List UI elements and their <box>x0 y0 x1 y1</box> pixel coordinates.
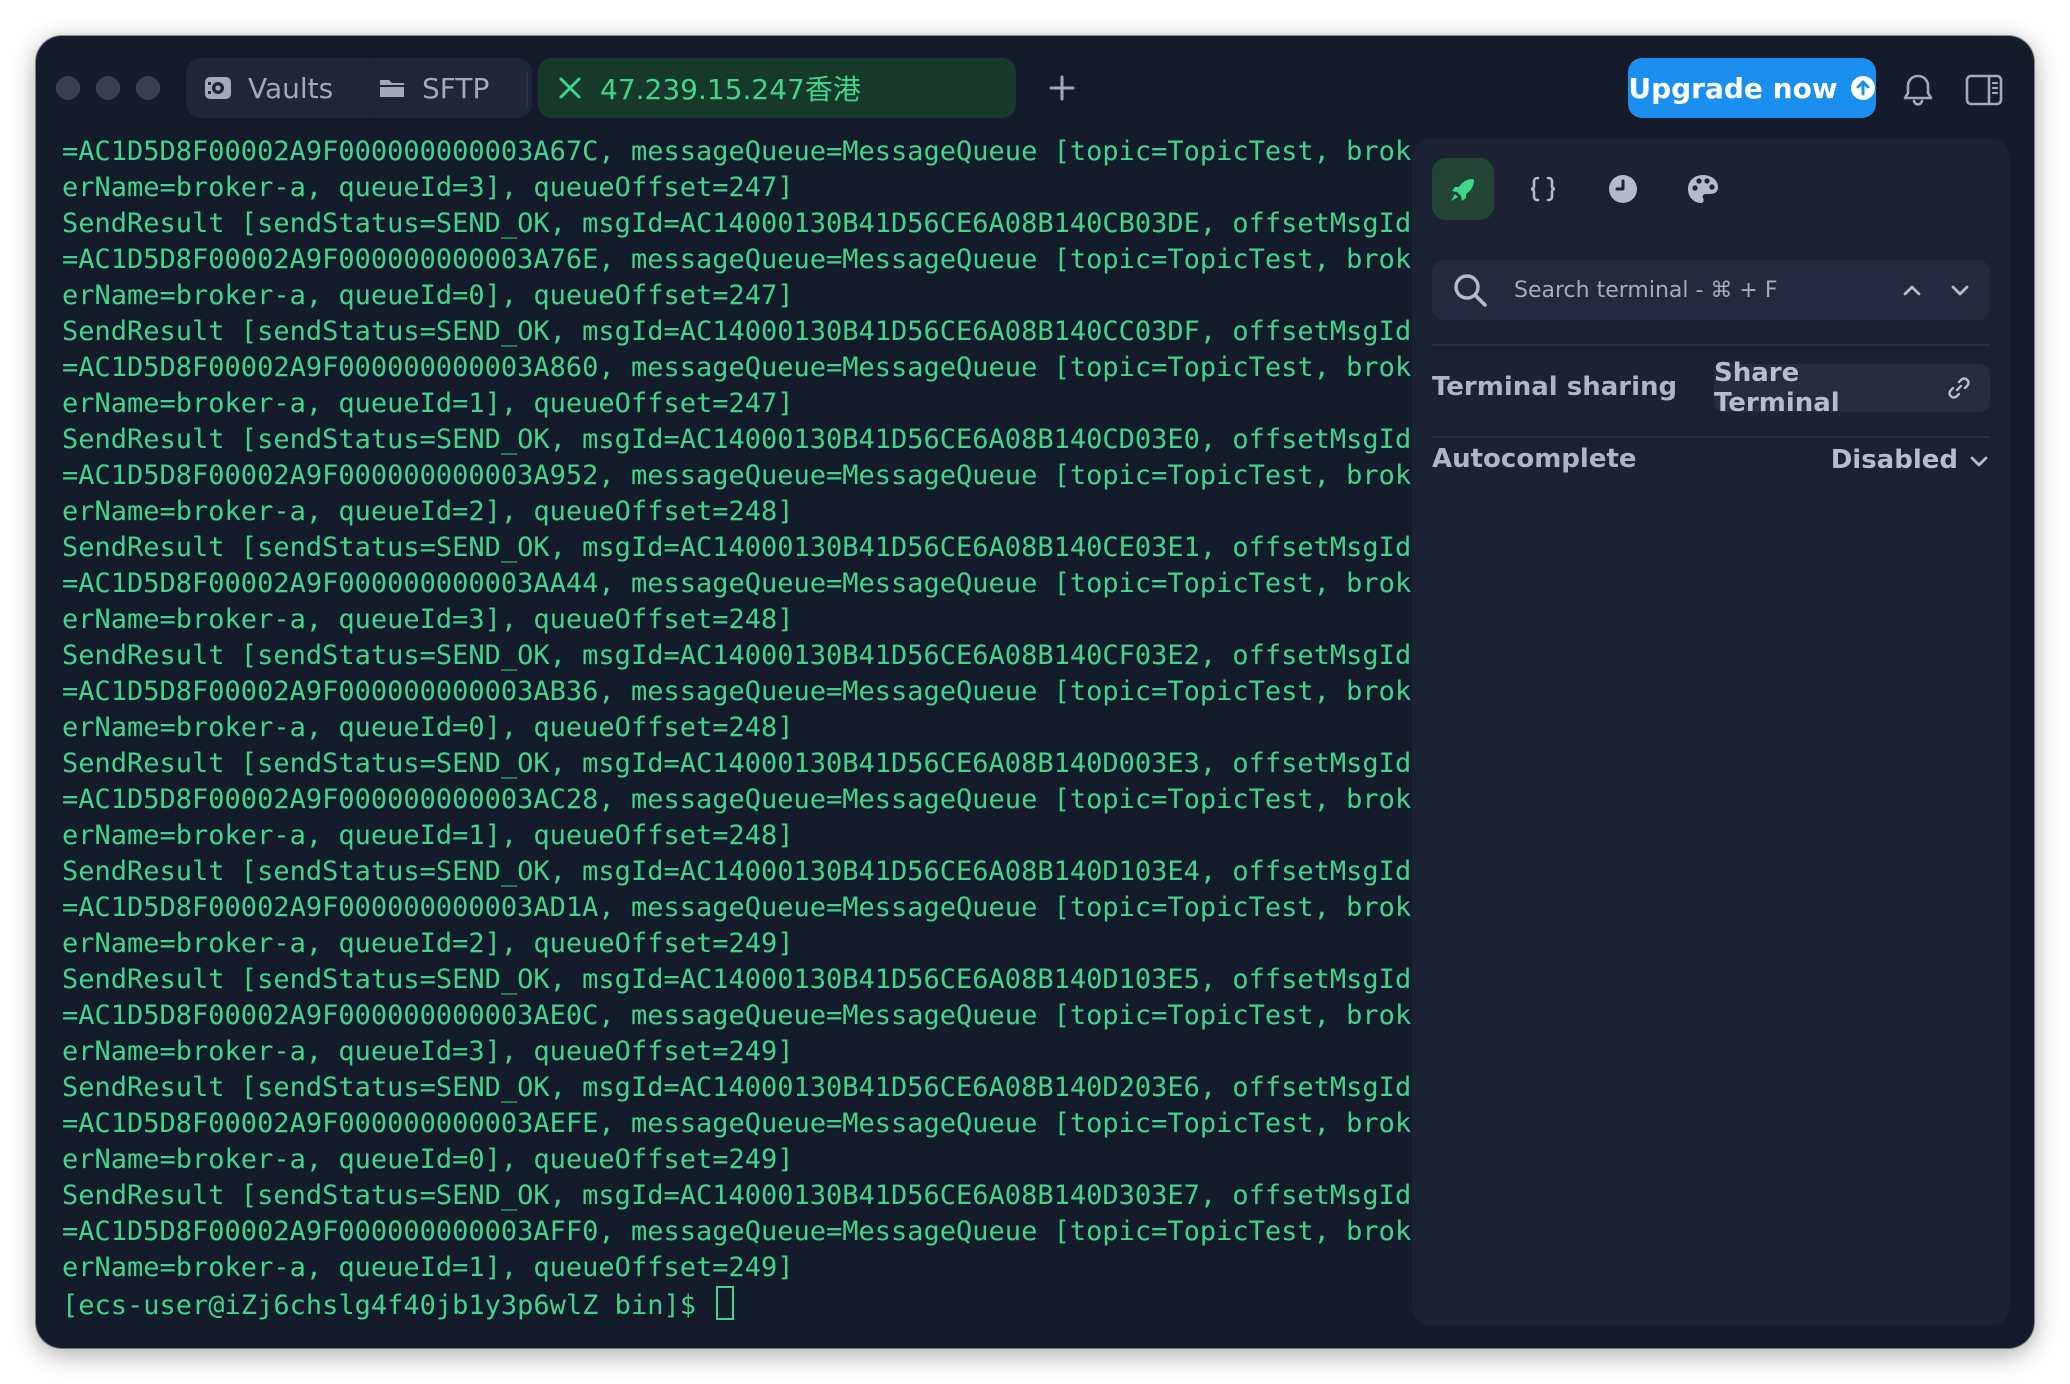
tab-sftp[interactable]: SFTP <box>358 58 532 118</box>
terminal-cursor <box>716 1286 735 1320</box>
braces-icon <box>1530 176 1556 202</box>
side-tab-code[interactable] <box>1512 158 1574 220</box>
terminal-line: =AC1D5D8F00002A9F000000000003AFF0, messa… <box>62 1216 1412 1247</box>
folder-icon <box>376 72 408 104</box>
terminal-line: =AC1D5D8F00002A9F000000000003AB36, messa… <box>62 676 1412 707</box>
tab-label: SFTP <box>422 71 490 105</box>
arrow-up-circle-icon <box>1850 75 1876 101</box>
terminal-line: erName=broker-a, queueId=1], queueOffset… <box>62 1252 794 1283</box>
side-tab-themes[interactable] <box>1672 158 1734 220</box>
search-next-button[interactable] <box>1942 272 1978 308</box>
zoom-window-button[interactable] <box>136 76 160 100</box>
terminal-line: SendResult [sendStatus=SEND_OK, msgId=AC… <box>62 748 1412 779</box>
terminal-line: SendResult [sendStatus=SEND_OK, msgId=AC… <box>62 316 1412 347</box>
terminal-search <box>1432 260 1990 320</box>
side-panel-tabs <box>1432 158 1752 220</box>
terminal-line: erName=broker-a, queueId=0], queueOffset… <box>62 280 794 311</box>
search-previous-button[interactable] <box>1894 272 1930 308</box>
upgrade-now-button[interactable]: Upgrade now <box>1628 58 1876 118</box>
tab-label: 47.239.15.247香港 <box>600 73 861 106</box>
side-panel: Terminal sharing Share Terminal Autocomp… <box>1412 138 2010 1326</box>
terminal-text: =AC1D5D8F00002A9F000000000003A67C, messa… <box>62 134 1411 1324</box>
terminal-line: SendResult [sendStatus=SEND_OK, msgId=AC… <box>62 856 1412 887</box>
tab-label: Vaults <box>248 71 334 105</box>
prompt-text: [ecs-user@iZj6chslg4f40jb1y3p6wlZ bin]$ <box>62 1290 713 1321</box>
terminal-line: =AC1D5D8F00002A9F000000000003AD1A, messa… <box>62 892 1412 923</box>
close-icon[interactable] <box>554 72 586 104</box>
share-terminal-button[interactable]: Share Terminal <box>1714 358 1990 418</box>
app-window: Vaults SFTP 47.239.15.247香港 Upgrade now … <box>36 36 2034 1348</box>
chevron-down-icon <box>1951 285 1969 296</box>
chevron-up-icon <box>1903 285 1921 296</box>
terminal-line: =AC1D5D8F00002A9F000000000003AE0C, messa… <box>62 1000 1412 1031</box>
terminal-line: SendResult [sendStatus=SEND_OK, msgId=AC… <box>62 1072 1412 1103</box>
terminal-line: SendResult [sendStatus=SEND_OK, msgId=AC… <box>62 964 1412 995</box>
terminal-line: erName=broker-a, queueId=2], queueOffset… <box>62 928 794 959</box>
plus-icon <box>1049 75 1075 101</box>
terminal-line: =AC1D5D8F00002A9F000000000003AEFE, messa… <box>62 1108 1412 1139</box>
terminal-sharing-label: Terminal sharing <box>1432 372 1678 402</box>
link-icon <box>1946 375 1972 401</box>
terminal-line: =AC1D5D8F00002A9F000000000003A76E, messa… <box>62 244 1412 275</box>
side-panel-icon[interactable] <box>1964 72 2004 108</box>
terminal-output[interactable]: =AC1D5D8F00002A9F000000000003A67C, messa… <box>36 134 1416 1344</box>
vault-icon <box>202 72 234 104</box>
search-input[interactable] <box>1512 269 1894 311</box>
terminal-line: =AC1D5D8F00002A9F000000000003AC28, messa… <box>62 784 1412 815</box>
terminal-line: erName=broker-a, queueId=3], queueOffset… <box>62 172 794 203</box>
autocomplete-select[interactable]: Disabled <box>1808 438 1990 482</box>
history-icon <box>1609 175 1637 203</box>
search-icon <box>1450 270 1490 310</box>
autocomplete-label: Autocomplete <box>1432 444 1637 474</box>
title-bar: Vaults SFTP 47.239.15.247香港 Upgrade now <box>36 36 2034 146</box>
close-window-button[interactable] <box>56 76 80 100</box>
terminal-line: erName=broker-a, queueId=2], queueOffset… <box>62 496 794 527</box>
terminal-line: SendResult [sendStatus=SEND_OK, msgId=AC… <box>62 532 1412 563</box>
terminal-line: erName=broker-a, queueId=0], queueOffset… <box>62 1144 794 1175</box>
side-tab-history[interactable] <box>1592 158 1654 220</box>
terminal-line: erName=broker-a, queueId=1], queueOffset… <box>62 820 794 851</box>
tab-host-session[interactable]: 47.239.15.247香港 <box>538 58 1016 118</box>
terminal-line: erName=broker-a, queueId=1], queueOffset… <box>62 388 794 419</box>
terminal-line: SendResult [sendStatus=SEND_OK, msgId=AC… <box>62 640 1412 671</box>
palette-icon <box>1688 175 1718 203</box>
terminal-line: SendResult [sendStatus=SEND_OK, msgId=AC… <box>62 208 1412 239</box>
chevron-down-icon <box>1968 449 1990 471</box>
terminal-prompt[interactable]: [ecs-user@iZj6chslg4f40jb1y3p6wlZ bin]$ <box>62 1286 1411 1324</box>
terminal-line: erName=broker-a, queueId=3], queueOffset… <box>62 604 794 635</box>
bell-icon[interactable] <box>1898 70 1938 110</box>
rocket-icon <box>1451 179 1474 201</box>
terminal-line: erName=broker-a, queueId=3], queueOffset… <box>62 1036 794 1067</box>
side-tab-snippets[interactable] <box>1432 158 1494 220</box>
new-tab-button[interactable] <box>1040 66 1084 110</box>
section-divider <box>1432 344 1990 346</box>
terminal-line: SendResult [sendStatus=SEND_OK, msgId=AC… <box>62 1180 1412 1211</box>
minimize-window-button[interactable] <box>96 76 120 100</box>
upgrade-label: Upgrade now <box>1628 71 1838 105</box>
terminal-line: =AC1D5D8F00002A9F000000000003A952, messa… <box>62 460 1412 491</box>
terminal-line: =AC1D5D8F00002A9F000000000003A67C, messa… <box>62 136 1412 167</box>
tab-vaults[interactable]: Vaults <box>186 58 382 118</box>
terminal-line: SendResult [sendStatus=SEND_OK, msgId=AC… <box>62 424 1412 455</box>
tab-divider <box>526 72 528 108</box>
terminal-line: =AC1D5D8F00002A9F000000000003AA44, messa… <box>62 568 1412 599</box>
terminal-line: erName=broker-a, queueId=0], queueOffset… <box>62 712 794 743</box>
share-terminal-label: Share Terminal <box>1714 358 1840 418</box>
terminal-line: =AC1D5D8F00002A9F000000000003A860, messa… <box>62 352 1412 383</box>
autocomplete-value: Disabled <box>1830 445 1958 475</box>
